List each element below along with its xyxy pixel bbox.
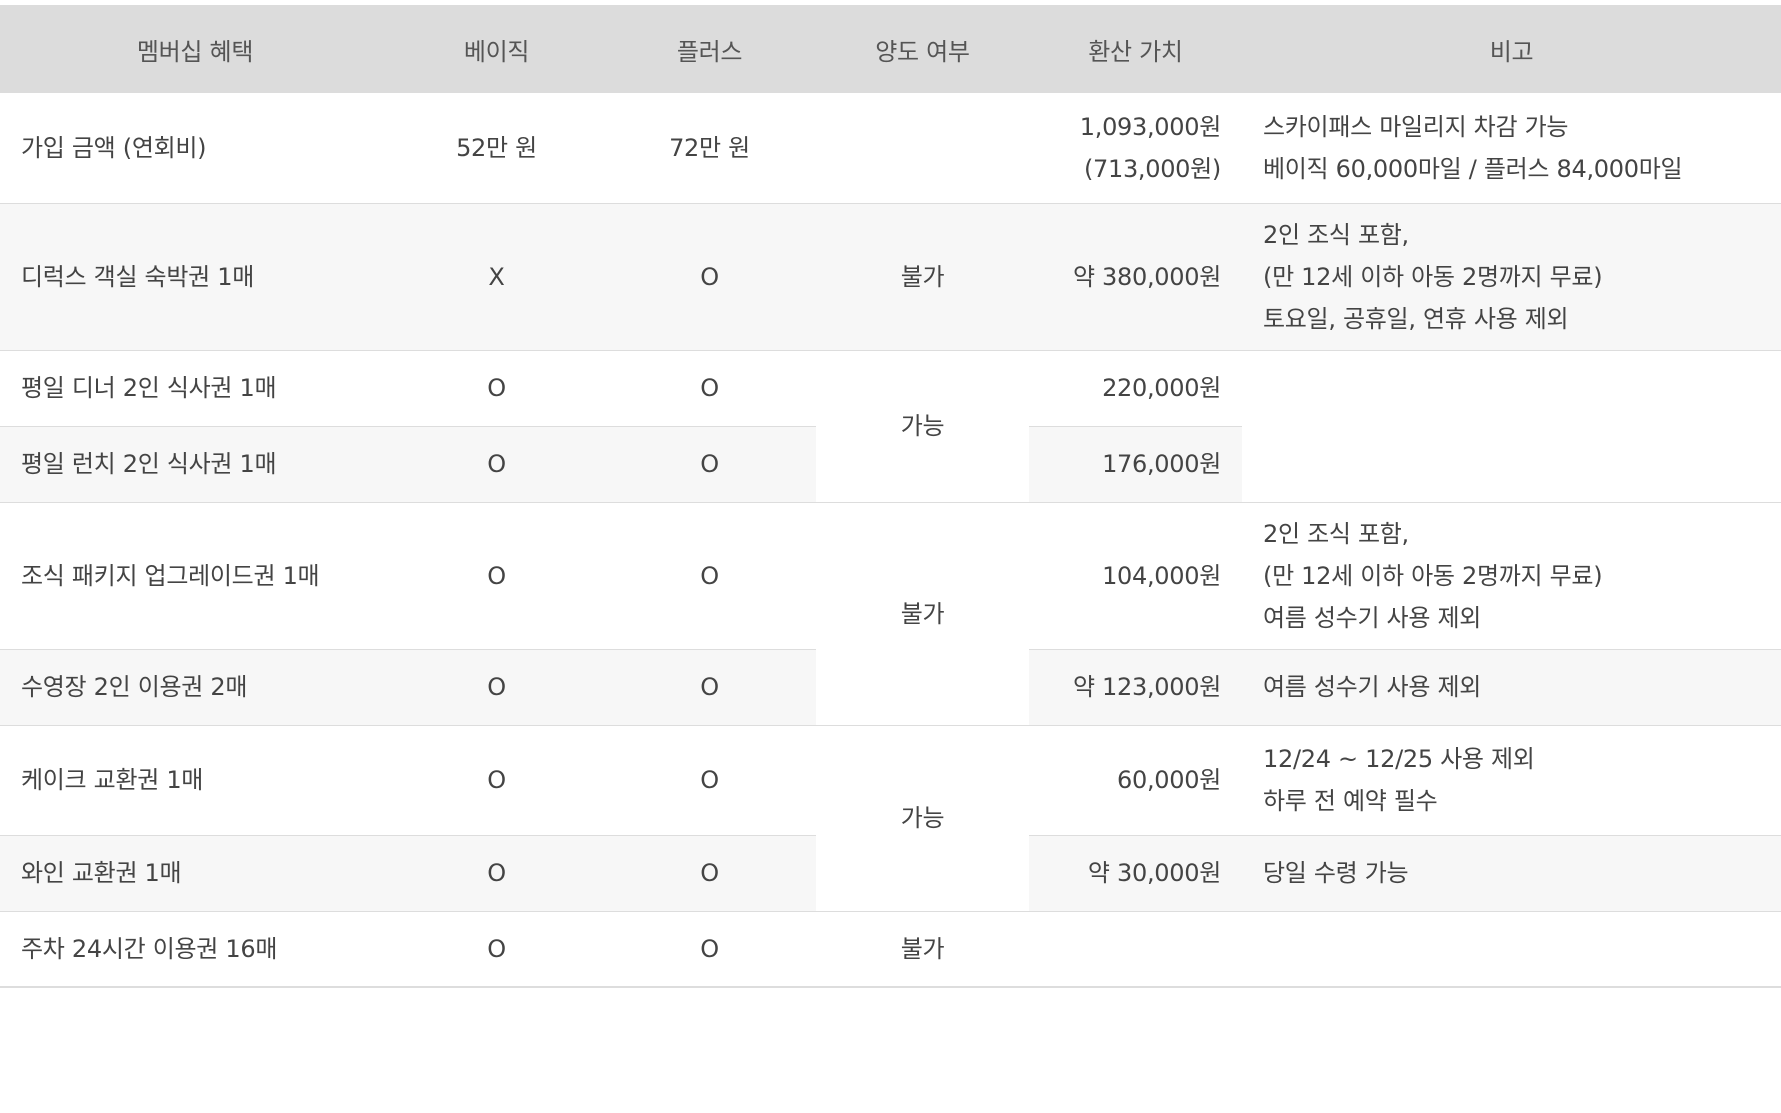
value-line: 약 30,000원	[1087, 859, 1221, 887]
header-plus: 플러스	[603, 5, 816, 93]
value-line: 약 123,000원	[1072, 673, 1221, 701]
benefit-name: 조식 패키지 업그레이드권 1매	[0, 502, 390, 650]
value-cell: 약 380,000원	[1029, 203, 1242, 351]
value-line: 220,000원	[1102, 374, 1221, 402]
transfer-cell	[816, 93, 1029, 204]
note-line: 여름 성수기 사용 제외	[1263, 603, 1482, 632]
basic-cell: O	[390, 426, 603, 503]
plus-cell: O	[603, 426, 816, 503]
value-cell: 220,000원	[1029, 350, 1242, 427]
plus-cell: O	[603, 649, 816, 726]
benefit-name: 평일 디너 2인 식사권 1매	[0, 350, 390, 427]
value-line: 1,093,000원	[1079, 112, 1222, 141]
table-row: 평일 디너 2인 식사권 1매 O O 가능 220,000원	[0, 350, 1781, 503]
header-benefit: 멤버십 혜택	[0, 5, 390, 93]
note-line: 2인 조식 포함,	[1263, 220, 1409, 249]
benefit-name: 수영장 2인 이용권 2매	[0, 649, 390, 726]
membership-benefits-table: 멤버십 혜택 베이직 플러스 양도 여부 환산 가치 비고 가입 금액 (연회비…	[0, 5, 1781, 988]
table-row: 조식 패키지 업그레이드권 1매 O O 불가 104,000원 2인 조식 포…	[0, 502, 1781, 726]
basic-cell: O	[390, 725, 603, 836]
table-row: 가입 금액 (연회비) 52만 원 72만 원 1,093,000원 (713,…	[0, 93, 1781, 204]
basic-cell: O	[390, 502, 603, 650]
plus-cell: 72만 원	[603, 93, 816, 204]
note-cell: 당일 수령 가능	[1242, 835, 1781, 912]
value-line: 104,000원	[1102, 561, 1221, 590]
plus-cell: O	[603, 911, 816, 988]
note-line: 스카이패스 마일리지 차감 가능	[1263, 112, 1569, 141]
table-row: 케이크 교환권 1매 O O 가능 60,000원 12/24 ~ 12/25 …	[0, 725, 1781, 912]
header-note: 비고	[1242, 5, 1781, 93]
benefit-name: 가입 금액 (연회비)	[0, 93, 390, 204]
basic-cell: O	[390, 350, 603, 427]
note-line: 토요일, 공휴일, 연휴 사용 제외	[1263, 304, 1569, 333]
table-row: 디럭스 객실 숙박권 1매 X O 불가 약 380,000원 2인 조식 포함…	[0, 203, 1781, 351]
header-value: 환산 가치	[1029, 5, 1242, 93]
value-cell: 60,000원	[1029, 725, 1242, 836]
plus-cell: O	[603, 350, 816, 427]
note-cell	[1242, 911, 1781, 988]
plus-cell: O	[603, 502, 816, 650]
transfer-cell: 불가	[816, 502, 1029, 726]
plus-cell: O	[603, 725, 816, 836]
benefit-name: 디럭스 객실 숙박권 1매	[0, 203, 390, 351]
header-transfer: 양도 여부	[816, 5, 1029, 93]
benefit-name: 케이크 교환권 1매	[0, 725, 390, 836]
value-cell: 약 30,000원	[1029, 835, 1242, 912]
note-cell: 12/24 ~ 12/25 사용 제외 하루 전 예약 필수	[1242, 725, 1781, 836]
basic-cell: O	[390, 835, 603, 912]
transfer-cell: 불가	[816, 911, 1029, 988]
note-line: 하루 전 예약 필수	[1263, 787, 1438, 815]
value-cell	[1029, 911, 1242, 988]
basic-cell: X	[390, 203, 603, 351]
header-basic: 베이직	[390, 5, 603, 93]
note-line: (만 12세 이하 아동 2명까지 무료)	[1263, 561, 1603, 590]
value-cell: 약 123,000원	[1029, 649, 1242, 726]
note-cell: 스카이패스 마일리지 차감 가능 베이직 60,000마일 / 플러스 84,0…	[1242, 93, 1781, 204]
table-row: 주차 24시간 이용권 16매 O O 불가	[0, 911, 1781, 988]
value-cell: 104,000원	[1029, 502, 1242, 650]
note-line: 베이직 60,000마일 / 플러스 84,000마일	[1263, 154, 1683, 183]
value-cell: 176,000원	[1029, 426, 1242, 503]
note-line: 12/24 ~ 12/25 사용 제외	[1263, 745, 1535, 773]
value-cell: 1,093,000원 (713,000원)	[1029, 93, 1242, 204]
note-cell: 2인 조식 포함, (만 12세 이하 아동 2명까지 무료) 여름 성수기 사…	[1242, 502, 1781, 650]
transfer-cell: 가능	[816, 725, 1029, 912]
note-line: 당일 수령 가능	[1263, 859, 1409, 887]
basic-cell: O	[390, 911, 603, 988]
note-cell: 2인 조식 포함, (만 12세 이하 아동 2명까지 무료) 토요일, 공휴일…	[1242, 203, 1781, 351]
note-cell	[1242, 350, 1781, 503]
plus-cell: O	[603, 203, 816, 351]
note-line: 2인 조식 포함,	[1263, 519, 1409, 548]
benefit-name: 주차 24시간 이용권 16매	[0, 911, 390, 988]
benefit-name: 와인 교환권 1매	[0, 835, 390, 912]
note-line: 여름 성수기 사용 제외	[1263, 673, 1482, 701]
benefit-name: 평일 런치 2인 식사권 1매	[0, 426, 390, 503]
note-cell: 여름 성수기 사용 제외	[1242, 649, 1781, 726]
basic-cell: O	[390, 649, 603, 726]
value-line: 176,000원	[1102, 450, 1221, 478]
value-line: 약 380,000원	[1072, 262, 1221, 291]
basic-cell: 52만 원	[390, 93, 603, 204]
transfer-cell: 가능	[816, 350, 1029, 503]
plus-cell: O	[603, 835, 816, 912]
value-line: 60,000원	[1117, 766, 1221, 794]
transfer-cell: 불가	[816, 203, 1029, 351]
table-header-row: 멤버십 혜택 베이직 플러스 양도 여부 환산 가치 비고	[0, 5, 1781, 93]
note-line: (만 12세 이하 아동 2명까지 무료)	[1263, 262, 1603, 291]
value-line: (713,000원)	[1083, 154, 1221, 183]
